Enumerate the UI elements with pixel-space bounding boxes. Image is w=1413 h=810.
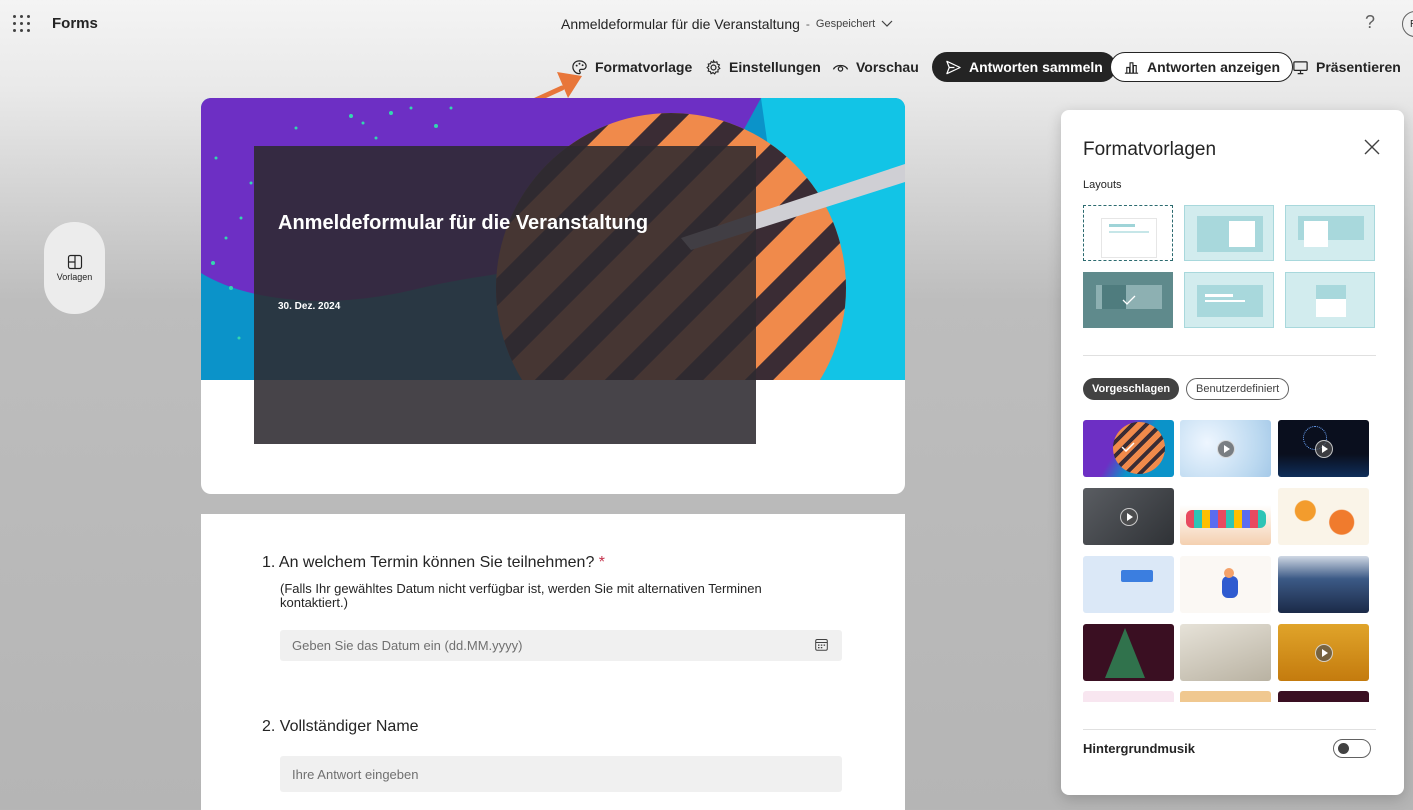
- layout-option-4-selected[interactable]: [1083, 272, 1173, 328]
- tab-suggested[interactable]: Vorgeschlagen: [1083, 378, 1180, 400]
- command-bar: Formatvorlage Einstellungen Vorschau Ant…: [0, 52, 1413, 82]
- theme-chalkboard-video[interactable]: [1083, 488, 1174, 545]
- avatar[interactable]: R: [1402, 11, 1413, 37]
- theme-partial-3[interactable]: [1278, 691, 1369, 702]
- settings-label: Einstellungen: [729, 59, 821, 75]
- name-input[interactable]: Ihre Antwort eingeben: [280, 756, 842, 792]
- top-bar: Forms Anmeldeformular für die Veranstalt…: [0, 0, 1413, 48]
- question-2-title[interactable]: 2. Vollständiger Name: [262, 718, 419, 736]
- theme-partial-1[interactable]: [1083, 691, 1174, 702]
- templates-label: Vorlagen: [56, 272, 93, 282]
- question-1-text: An welchem Termin können Sie teilnehmen?: [278, 554, 595, 571]
- chevron-down-icon[interactable]: [881, 20, 893, 28]
- question-1-title[interactable]: 1. An welchem Termin können Sie teilnehm…: [262, 554, 605, 572]
- tab-custom[interactable]: Benutzerdefiniert: [1186, 378, 1290, 400]
- panel-divider: [1083, 355, 1376, 356]
- theme-christmas-tree[interactable]: [1083, 624, 1174, 681]
- present-label: Präsentieren: [1316, 59, 1401, 75]
- style-panel: Formatvorlagen Layouts Vorgeschlagen Ben…: [1061, 110, 1404, 795]
- document-title: Anmeldeformular für die Veranstaltung: [561, 16, 800, 32]
- app-launcher-icon[interactable]: [13, 15, 31, 33]
- layouts-label: Layouts: [1083, 179, 1122, 191]
- form-date: 30. Dez. 2024: [278, 301, 341, 312]
- help-icon[interactable]: ?: [1365, 12, 1375, 33]
- questions-card: 1. An welchem Termin können Sie teilnehm…: [201, 514, 905, 810]
- background-music-toggle[interactable]: [1333, 739, 1371, 758]
- layout-option-6[interactable]: [1285, 272, 1375, 328]
- style-label: Formatvorlage: [595, 59, 693, 75]
- theme-person-illustration[interactable]: [1180, 556, 1271, 613]
- theme-partial-2[interactable]: [1180, 691, 1271, 702]
- panel-title: Formatvorlagen: [1083, 139, 1217, 160]
- question-1-subtitle: (Falls Ihr gewähltes Datum nicht verfügb…: [280, 581, 762, 610]
- app-name[interactable]: Forms: [52, 15, 98, 32]
- question-2-number: 2.: [262, 718, 276, 735]
- present-button[interactable]: Präsentieren: [1292, 52, 1401, 82]
- save-status: Gespeichert: [815, 18, 876, 30]
- theme-ferris-wheel-video[interactable]: [1278, 420, 1369, 477]
- layout-option-1[interactable]: [1083, 205, 1173, 261]
- form-header-card[interactable]: Anmeldeformular für die Veranstaltung 30…: [201, 98, 905, 494]
- theme-grid: [1083, 420, 1375, 702]
- settings-button[interactable]: Einstellungen: [705, 52, 821, 82]
- layout-option-3[interactable]: [1285, 205, 1375, 261]
- background-music-label: Hintergrundmusik: [1083, 741, 1195, 756]
- form-title[interactable]: Anmeldeformular für die Veranstaltung: [278, 212, 648, 235]
- send-icon: [946, 60, 961, 74]
- close-icon[interactable]: [1363, 138, 1381, 156]
- bar-chart-icon: [1124, 61, 1139, 74]
- theme-abstract-stripes-selected[interactable]: [1083, 420, 1174, 477]
- gear-icon: [706, 58, 721, 75]
- checkmark-icon: [1121, 442, 1135, 452]
- music-divider: [1083, 729, 1376, 730]
- theme-snow-bokeh-video[interactable]: [1180, 420, 1271, 477]
- presentation-icon: [1293, 60, 1308, 74]
- document-title-area[interactable]: Anmeldeformular für die Veranstaltung - …: [561, 16, 893, 32]
- name-input-placeholder: Ihre Antwort eingeben: [292, 766, 419, 782]
- templates-button[interactable]: Vorlagen: [44, 222, 105, 314]
- eye-icon: [832, 64, 849, 72]
- form-title-box[interactable]: Anmeldeformular für die Veranstaltung 30…: [254, 146, 756, 444]
- date-input[interactable]: Geben Sie das Datum ein (dd.MM.yyyy): [280, 630, 842, 661]
- theme-skyscrapers[interactable]: [1278, 556, 1369, 613]
- question-2-text: Vollständiger Name: [279, 718, 419, 735]
- question-1-number: 1.: [262, 554, 276, 571]
- layout-option-2[interactable]: [1184, 205, 1274, 261]
- preview-label: Vorschau: [856, 59, 919, 75]
- checkmark-icon: [1122, 295, 1136, 305]
- required-marker: *: [598, 554, 606, 571]
- calendar-icon[interactable]: [815, 638, 828, 651]
- date-input-placeholder: Geben Sie das Datum ein (dd.MM.yyyy): [292, 638, 523, 653]
- collect-responses-button[interactable]: Antworten sammeln: [932, 52, 1116, 82]
- layout-option-5[interactable]: [1184, 272, 1274, 328]
- collect-responses-label: Antworten sammeln: [969, 59, 1103, 75]
- theme-birthday-cake-video[interactable]: [1278, 624, 1369, 681]
- theme-rating-stars[interactable]: [1083, 556, 1174, 613]
- preview-button[interactable]: Vorschau: [832, 52, 919, 82]
- view-responses-label: Antworten anzeigen: [1147, 59, 1281, 75]
- title-separator: -: [805, 17, 810, 31]
- layout-grid-icon: [67, 254, 82, 270]
- theme-colorful-hands[interactable]: [1180, 488, 1271, 545]
- theme-cozy-room[interactable]: [1180, 624, 1271, 681]
- theme-peaches[interactable]: [1278, 488, 1369, 545]
- view-responses-button[interactable]: Antworten anzeigen: [1110, 52, 1294, 82]
